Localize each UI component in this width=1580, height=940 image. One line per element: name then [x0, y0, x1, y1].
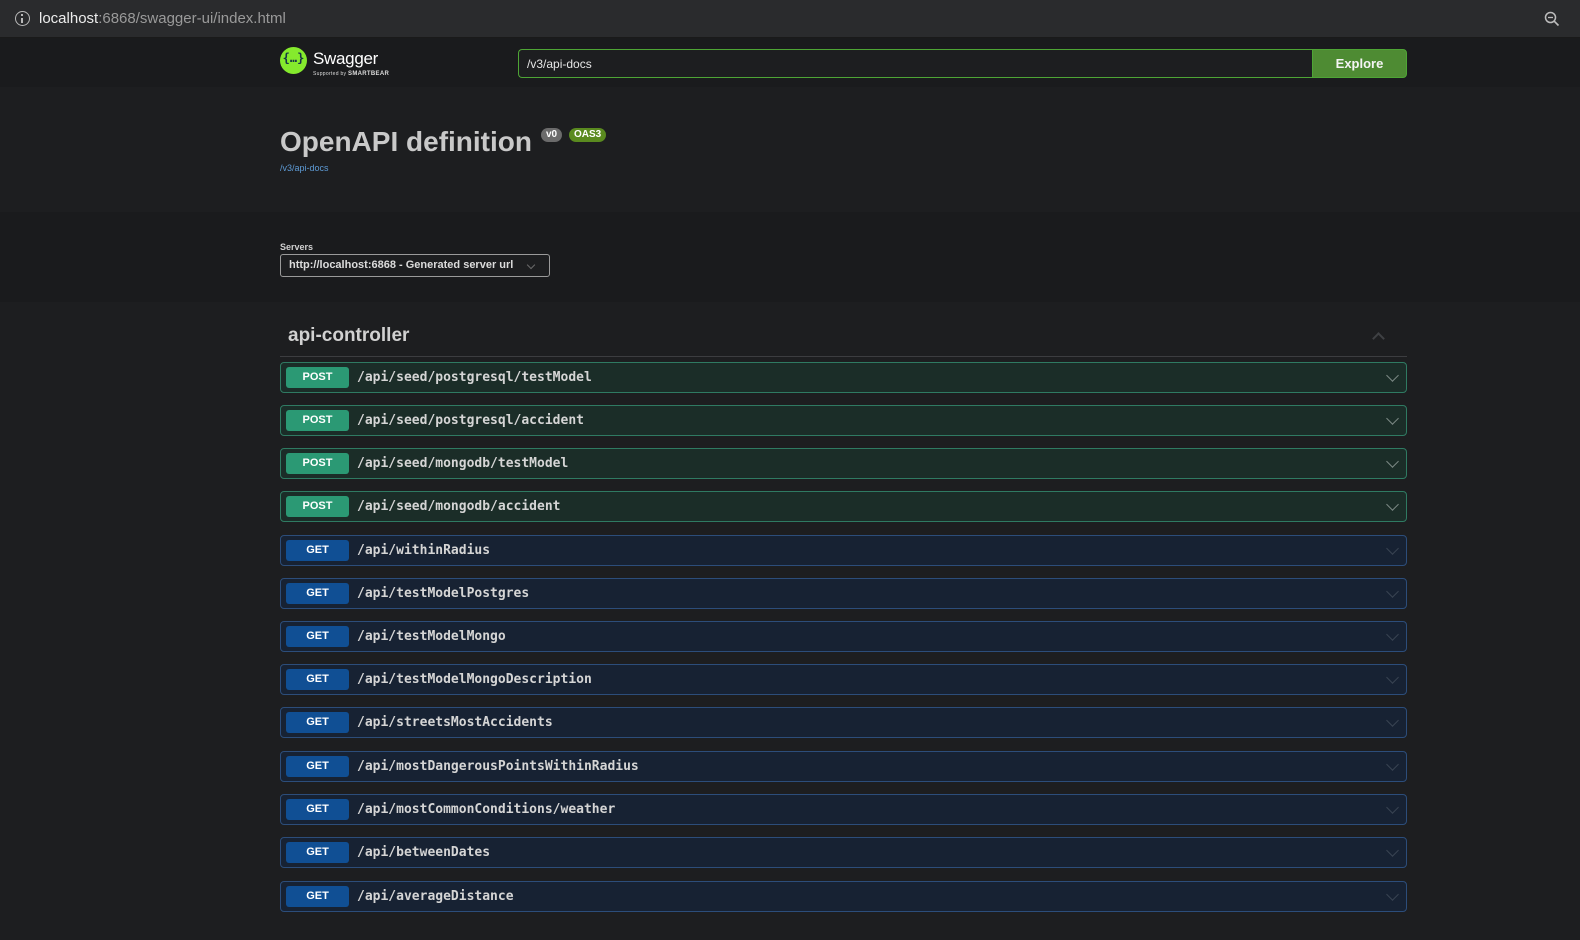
method-badge: GET [286, 799, 349, 820]
operation-row[interactable]: GET /api/testModelMongo [280, 621, 1407, 652]
chevron-down-icon[interactable] [1386, 714, 1399, 727]
chevron-down-icon[interactable] [1386, 671, 1399, 684]
chevron-down-icon[interactable] [1386, 758, 1399, 771]
browser-address-bar: localhost:6868/swagger-ui/index.html [0, 0, 1580, 38]
operation-row[interactable]: GET /api/averageDistance [280, 881, 1407, 912]
spec-url-input[interactable] [518, 49, 1313, 78]
method-badge: POST [286, 410, 349, 431]
api-docs-link[interactable]: /v3/api-docs [280, 163, 329, 173]
chevron-down-icon[interactable] [1386, 888, 1399, 901]
method-badge: GET [286, 886, 349, 907]
logo-sub-prefix: Supported by [313, 71, 347, 77]
operation-path: /api/mostCommonConditions/weather [357, 802, 616, 817]
operation-row[interactable]: POST /api/seed/postgresql/testModel [280, 362, 1407, 393]
chevron-down-icon[interactable] [1386, 455, 1399, 468]
method-badge: GET [286, 756, 349, 777]
method-badge: POST [286, 367, 349, 388]
operation-path: /api/seed/postgresql/accident [357, 413, 584, 428]
chevron-down-icon[interactable] [1386, 585, 1399, 598]
method-badge: GET [286, 540, 349, 561]
url-field[interactable]: localhost:6868/swagger-ui/index.html [39, 10, 286, 28]
operation-path: /api/seed/mongodb/accident [357, 499, 561, 514]
chevron-down-icon[interactable] [1386, 628, 1399, 641]
swagger-logo-subtitle: Supported by SMARTBEAR [313, 71, 389, 77]
url-host: localhost [39, 10, 99, 27]
oas-badge: OAS3 [569, 128, 607, 142]
operation-path: /api/streetsMostAccidents [357, 715, 553, 730]
operation-path: /api/testModelPostgres [357, 586, 530, 601]
operation-path: /api/seed/postgresql/testModel [357, 370, 592, 385]
method-badge: GET [286, 669, 349, 690]
chevron-down-icon[interactable] [1386, 412, 1399, 425]
chevron-down-icon[interactable] [1386, 498, 1399, 511]
swagger-logo-glyph: {…} [282, 51, 305, 65]
operation-row[interactable]: GET /api/testModelPostgres [280, 578, 1407, 609]
operation-row[interactable]: GET /api/mostDangerousPointsWithinRadius [280, 751, 1407, 782]
operation-path: /api/betweenDates [357, 845, 491, 860]
operation-row[interactable]: GET /api/testModelMongoDescription [280, 664, 1407, 695]
servers-section [0, 212, 1580, 302]
swagger-logo-wordmark: Swagger [313, 49, 378, 68]
chevron-down-icon[interactable] [1386, 844, 1399, 857]
page-title: OpenAPI definition [280, 126, 532, 157]
operation-row[interactable]: GET /api/streetsMostAccidents [280, 707, 1407, 738]
method-badge: GET [286, 626, 349, 647]
url-path: :6868/swagger-ui/index.html [98, 10, 286, 27]
chevron-up-icon[interactable] [1372, 332, 1385, 345]
chevron-down-icon[interactable] [1386, 801, 1399, 814]
operation-path: /api/mostDangerousPointsWithinRadius [357, 759, 639, 774]
swagger-logo[interactable]: {…} Swagger Supported by SMARTBEAR [280, 47, 395, 81]
operation-row[interactable]: GET /api/mostCommonConditions/weather [280, 794, 1407, 825]
operation-path: /api/seed/mongodb/testModel [357, 456, 569, 471]
operation-path: /api/testModelMongo [357, 629, 506, 644]
chevron-down-icon[interactable] [1386, 369, 1399, 382]
tag-title[interactable]: api-controller [288, 325, 409, 347]
operation-path: /api/testModelMongoDescription [357, 672, 592, 687]
operation-row[interactable]: GET /api/withinRadius [280, 535, 1407, 566]
chevron-down-icon[interactable] [1386, 542, 1399, 555]
operation-row[interactable]: POST /api/seed/postgresql/accident [280, 405, 1407, 436]
info-icon[interactable] [15, 11, 30, 26]
method-badge: GET [286, 712, 349, 733]
operation-row[interactable]: POST /api/seed/mongodb/accident [280, 491, 1407, 522]
operation-path: /api/averageDistance [357, 889, 514, 904]
swagger-logo-icon: {…} [280, 47, 307, 74]
version-badge: v0 [541, 128, 563, 142]
operation-path: /api/withinRadius [357, 543, 491, 558]
logo-sub-brand: SMARTBEAR [348, 71, 390, 77]
operation-row[interactable]: GET /api/betweenDates [280, 837, 1407, 868]
method-badge: POST [286, 496, 349, 517]
tag-divider [280, 356, 1407, 357]
servers-label: Servers [280, 242, 314, 252]
method-badge: POST [286, 453, 349, 474]
explore-button[interactable]: Explore [1312, 49, 1407, 78]
method-badge: GET [286, 842, 349, 863]
operation-row[interactable]: POST /api/seed/mongodb/testModel [280, 448, 1407, 479]
servers-select[interactable]: http://localhost:6868 - Generated server… [280, 254, 550, 277]
method-badge: GET [286, 583, 349, 604]
zoom-icon[interactable] [1544, 11, 1560, 27]
